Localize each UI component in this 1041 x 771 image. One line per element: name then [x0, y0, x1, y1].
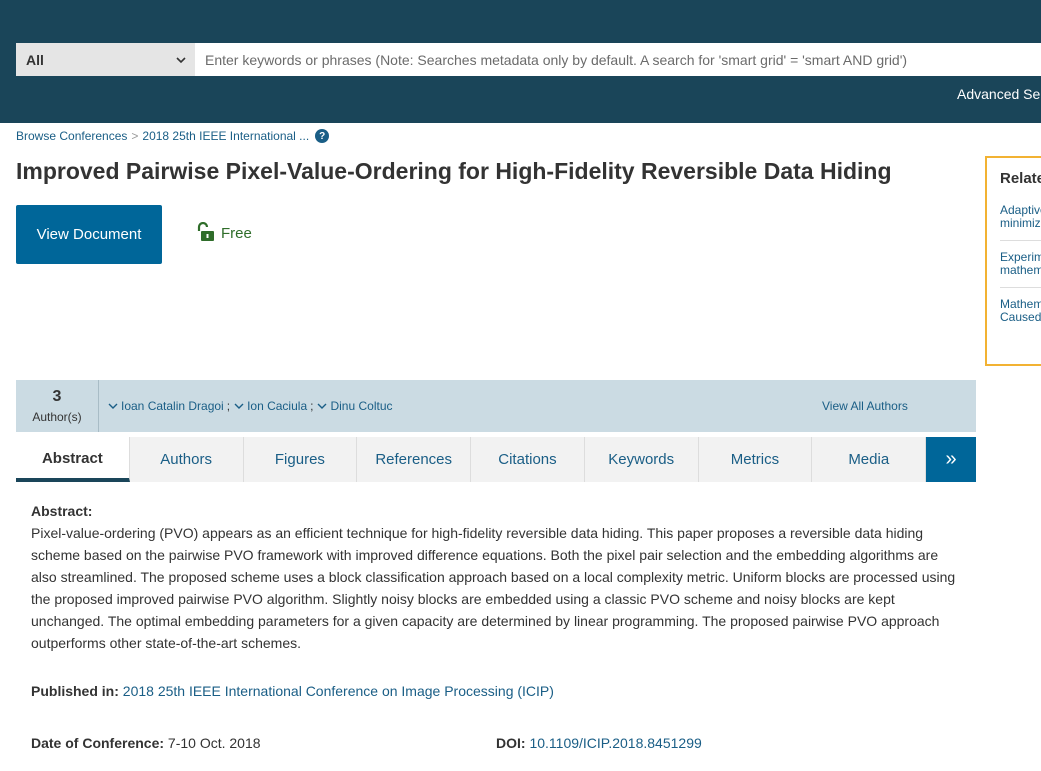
author-separator: ;	[310, 399, 314, 413]
help-icon[interactable]: ?	[315, 129, 330, 143]
tab-metrics[interactable]: Metrics	[699, 437, 813, 482]
breadcrumb: Browse Conferences > 2018 25th IEEE Inte…	[16, 129, 330, 143]
related-panel-title: Relate	[1000, 170, 1041, 187]
tab-references[interactable]: References	[357, 437, 472, 482]
author-count-number: 3	[52, 388, 62, 405]
abstract-section: Abstract: Pixel-value-ordering (PVO) app…	[31, 500, 961, 654]
author-link[interactable]: Dinu Coltuc	[330, 399, 392, 413]
related-article-link[interactable]: Mathem Caused	[1000, 298, 1041, 324]
doi: DOI: 10.1109/ICIP.2018.8451299	[496, 735, 702, 751]
author-count-label: Author(s)	[32, 410, 82, 424]
page-title: Improved Pairwise Pixel-Value-Ordering f…	[16, 158, 892, 184]
related-article-link[interactable]: Experim mathem	[1000, 251, 1041, 277]
tab-abstract[interactable]: Abstract	[16, 437, 130, 482]
date-of-conference-label: Date of Conference:	[31, 735, 165, 751]
chevron-down-icon[interactable]	[317, 402, 327, 410]
author-separator: ;	[226, 399, 231, 413]
related-divider	[1000, 240, 1041, 241]
global-header: All Advanced Se	[0, 0, 1041, 123]
document-tabs: Abstract Authors Figures References Cita…	[16, 437, 977, 482]
tab-media[interactable]: Media	[812, 437, 927, 482]
breadcrumb-browse-conferences[interactable]: Browse Conferences	[16, 129, 127, 143]
author-link[interactable]: Ioan Catalin Dragoi	[121, 399, 224, 413]
doi-label: DOI:	[496, 735, 526, 751]
author-count: 3 Author(s)	[16, 380, 99, 432]
breadcrumb-separator: >	[131, 129, 139, 143]
related-article-link[interactable]: Adaptive minimiz	[1000, 204, 1041, 230]
related-articles-panel: Relate Adaptive minimiz Experim mathem M…	[985, 156, 1041, 366]
search-input[interactable]	[195, 43, 1041, 76]
unlock-icon	[197, 222, 214, 241]
author-link[interactable]: Ion Caciula	[247, 399, 307, 413]
breadcrumb-conference[interactable]: 2018 25th IEEE International ...	[142, 129, 309, 143]
date-of-conference-value: 7-10 Oct. 2018	[167, 735, 261, 751]
author-list: Ioan Catalin Dragoi ; Ion Caciula ; Dinu…	[108, 399, 393, 413]
related-divider	[1000, 287, 1041, 288]
view-document-button[interactable]: View Document	[16, 205, 162, 264]
advanced-search-link[interactable]: Advanced Se	[957, 86, 1040, 102]
published-in-link[interactable]: 2018 25th IEEE International Conference …	[123, 683, 554, 699]
chevron-down-icon[interactable]	[234, 402, 244, 410]
tab-citations[interactable]: Citations	[471, 437, 585, 482]
tab-authors[interactable]: Authors	[130, 437, 244, 482]
published-in-label: Published in:	[31, 683, 119, 699]
tab-keywords[interactable]: Keywords	[585, 437, 699, 482]
view-all-authors-link[interactable]: View All Authors	[822, 399, 908, 413]
free-access-indicator: Free	[197, 222, 252, 242]
doi-link[interactable]: 10.1109/ICIP.2018.8451299	[529, 735, 701, 751]
published-in: Published in: 2018 25th IEEE Internation…	[31, 683, 554, 699]
authors-bar: 3 Author(s) Ioan Catalin Dragoi ; Ion Ca…	[16, 380, 976, 432]
tab-figures[interactable]: Figures	[244, 437, 358, 482]
search-scope-value: All	[26, 51, 44, 68]
abstract-heading: Abstract:	[31, 503, 93, 519]
search-scope-select[interactable]: All	[16, 43, 195, 76]
chevron-down-icon	[176, 57, 186, 64]
more-tabs-button[interactable]: »	[926, 437, 977, 482]
free-label: Free	[221, 225, 252, 242]
date-of-conference: Date of Conference: 7-10 Oct. 2018	[31, 735, 261, 751]
abstract-text: Pixel-value-ordering (PVO) appears as an…	[31, 525, 956, 651]
chevron-down-icon[interactable]	[108, 402, 118, 410]
